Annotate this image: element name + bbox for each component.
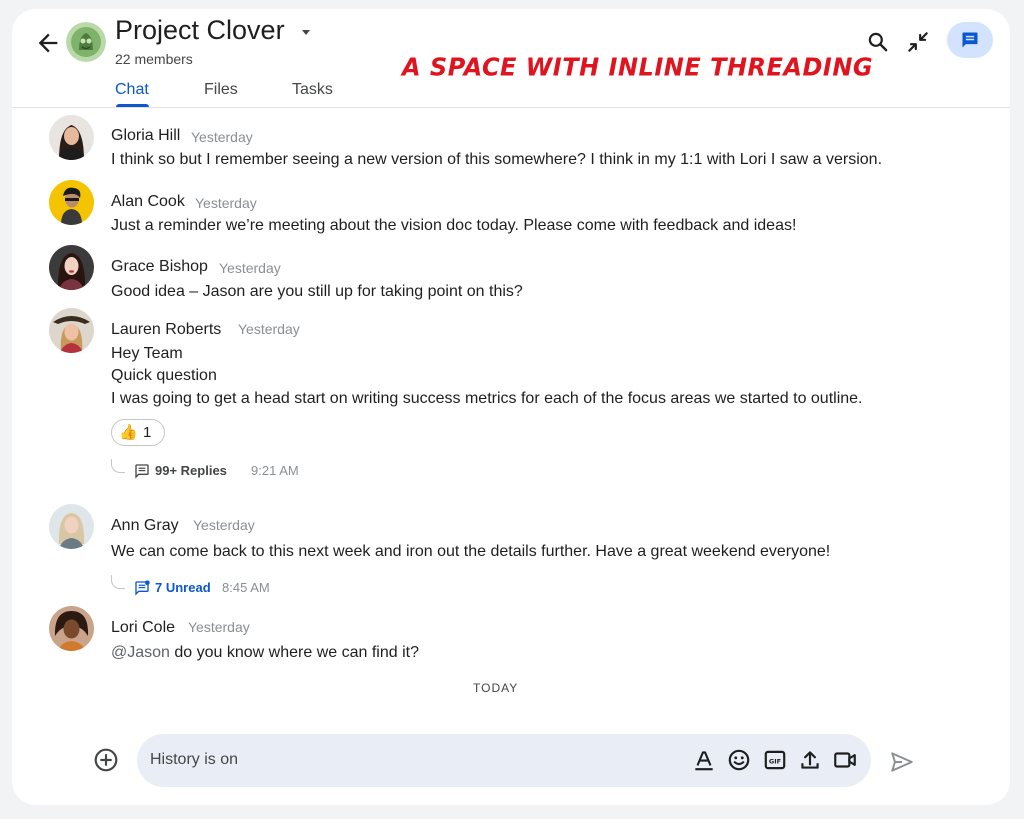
message-text-body: do you know where we can find it? bbox=[169, 644, 419, 661]
message-time: Yesterday bbox=[193, 517, 255, 533]
minimize-icon[interactable] bbox=[905, 29, 931, 55]
avatar[interactable] bbox=[49, 504, 94, 549]
message-text: Good idea – Jason are you still up for t… bbox=[111, 283, 523, 300]
active-tab-indicator bbox=[116, 104, 149, 107]
upload-icon[interactable] bbox=[797, 747, 823, 773]
gif-icon[interactable]: GIF bbox=[762, 747, 788, 773]
message-text: We can come back to this next week and i… bbox=[111, 543, 831, 560]
message-item: Gloria Hill Yesterday I think so but I r… bbox=[12, 115, 1010, 175]
message-text: Just a reminder we’re meeting about the … bbox=[111, 217, 797, 234]
thread-connector bbox=[111, 459, 125, 473]
chat-toggle-button[interactable] bbox=[947, 22, 993, 58]
space-avatar bbox=[66, 22, 106, 62]
sender-name[interactable]: Lori Cole bbox=[111, 619, 175, 637]
thread-connector bbox=[111, 575, 125, 589]
thread-unread-count: 7 Unread bbox=[155, 580, 211, 595]
message-composer: GIF bbox=[137, 734, 871, 787]
avatar[interactable] bbox=[49, 115, 94, 160]
thread-time: 9:21 AM bbox=[251, 463, 299, 478]
message-item: Grace Bishop Yesterday Good idea – Jason… bbox=[12, 245, 1010, 305]
video-call-icon[interactable] bbox=[832, 747, 858, 773]
emoji-icon[interactable] bbox=[726, 747, 752, 773]
chevron-down-icon[interactable] bbox=[298, 26, 314, 38]
message-item: Ann Gray Yesterday We can come back to t… bbox=[12, 504, 1010, 596]
space-header: Project Clover 22 members A SPACE WITH I… bbox=[12, 9, 1010, 108]
sender-name[interactable]: Gloria Hill bbox=[111, 127, 180, 145]
chat-window: Project Clover 22 members A SPACE WITH I… bbox=[12, 9, 1010, 805]
svg-text:GIF: GIF bbox=[769, 757, 781, 765]
sender-name[interactable]: Grace Bishop bbox=[111, 258, 208, 276]
message-text: @Jason do you know where we can find it? bbox=[111, 644, 419, 662]
sender-name[interactable]: Lauren Roberts bbox=[111, 321, 221, 339]
avatar[interactable] bbox=[49, 606, 94, 651]
search-icon[interactable] bbox=[865, 29, 891, 55]
message-time: Yesterday bbox=[219, 260, 281, 276]
format-text-icon[interactable] bbox=[691, 747, 717, 773]
avatar[interactable] bbox=[49, 308, 94, 353]
chat-icon bbox=[962, 32, 978, 48]
date-divider: TODAY bbox=[473, 681, 519, 695]
message-time: Yesterday bbox=[191, 129, 253, 145]
avatar[interactable] bbox=[49, 180, 94, 225]
send-icon[interactable] bbox=[888, 749, 916, 775]
thread-reply-count: 99+ Replies bbox=[155, 463, 227, 478]
message-text: Hey Team bbox=[111, 345, 183, 362]
tab-chat[interactable]: Chat bbox=[115, 81, 149, 99]
back-arrow-icon[interactable] bbox=[34, 29, 62, 57]
reaction-chip[interactable]: 👍 1 bbox=[111, 419, 165, 446]
tab-files[interactable]: Files bbox=[204, 81, 238, 99]
message-item: Alan Cook Yesterday Just a reminder we’r… bbox=[12, 180, 1010, 240]
avatar[interactable] bbox=[49, 245, 94, 290]
space-title[interactable]: Project Clover bbox=[115, 15, 285, 46]
message-input[interactable] bbox=[150, 748, 670, 772]
thread-unread-link[interactable]: 7 Unread 8:45 AM bbox=[134, 578, 294, 598]
sender-name[interactable]: Alan Cook bbox=[111, 193, 185, 211]
message-text: I was going to get a head start on writi… bbox=[111, 390, 863, 407]
unread-thread-icon bbox=[135, 580, 150, 596]
message-item: Lauren Roberts Yesterday Hey Team Quick … bbox=[12, 308, 1010, 483]
message-item: Lori Cole Yesterday @Jason do you know w… bbox=[12, 606, 1010, 666]
add-circle-icon[interactable] bbox=[93, 747, 119, 773]
thread-icon bbox=[135, 464, 149, 479]
annotation-banner: A SPACE WITH INLINE THREADING bbox=[402, 52, 874, 82]
message-text: Quick question bbox=[111, 367, 217, 384]
tab-tasks[interactable]: Tasks bbox=[292, 81, 333, 99]
thumbs-up-icon: 👍 bbox=[119, 424, 138, 441]
thread-replies-link[interactable]: 99+ Replies 9:21 AM bbox=[134, 461, 314, 481]
message-time: Yesterday bbox=[188, 619, 250, 635]
thread-time: 8:45 AM bbox=[222, 580, 270, 595]
message-time: Yesterday bbox=[238, 321, 300, 337]
sender-name[interactable]: Ann Gray bbox=[111, 517, 179, 535]
message-time: Yesterday bbox=[195, 195, 257, 211]
member-count[interactable]: 22 members bbox=[115, 51, 193, 67]
reaction-count: 1 bbox=[143, 424, 152, 441]
message-text: I think so but I remember seeing a new v… bbox=[111, 151, 883, 168]
user-mention[interactable]: @Jason bbox=[111, 644, 170, 661]
